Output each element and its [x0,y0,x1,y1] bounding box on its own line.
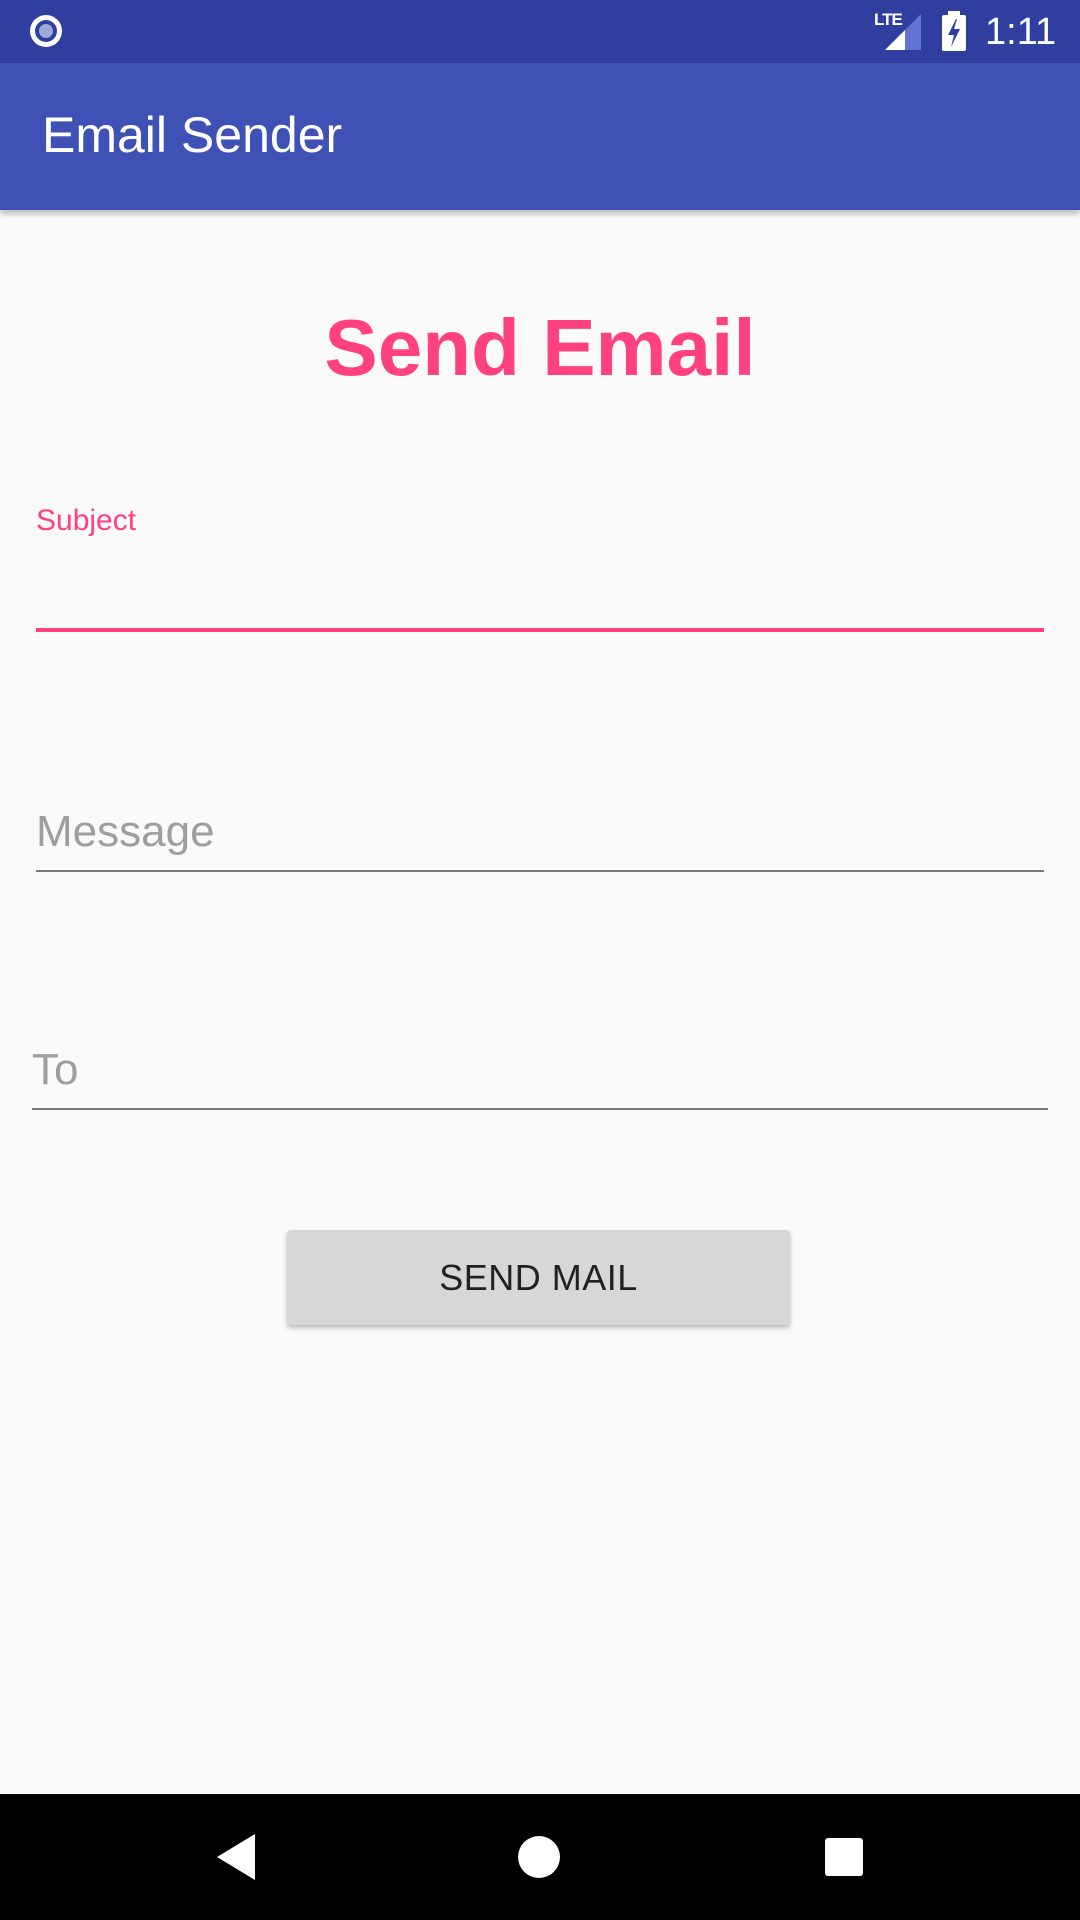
back-triangle-icon[interactable] [205,1824,271,1890]
page-heading: Send Email [324,303,756,392]
to-underline [32,1108,1048,1110]
message-underline [36,870,1044,872]
home-circle-icon[interactable] [506,1824,572,1890]
subject-field[interactable]: Subject [36,503,1044,633]
to-input[interactable] [32,1040,1048,1100]
status-bar: LTE 1:11 [0,0,1080,63]
navigation-bar [0,1794,1080,1920]
subject-input[interactable] [36,553,1044,613]
record-circle-icon [30,15,62,47]
subject-label: Subject [36,504,137,537]
message-input[interactable] [36,802,1044,862]
to-field[interactable] [32,1040,1048,1115]
recents-square-icon[interactable] [811,1824,877,1890]
network-type-label: LTE [874,10,903,29]
app-title: Email Sender [42,107,343,163]
battery-charging-icon [942,11,966,51]
screen: LTE 1:11 Email Sender Send Email Subject… [0,0,1080,1920]
status-time: 1:11 [985,11,1057,53]
send-mail-button[interactable]: SEND MAIL [287,1230,790,1325]
message-field[interactable] [36,800,1044,875]
app-bar: Email Sender [0,63,1080,210]
subject-underline [36,628,1044,632]
